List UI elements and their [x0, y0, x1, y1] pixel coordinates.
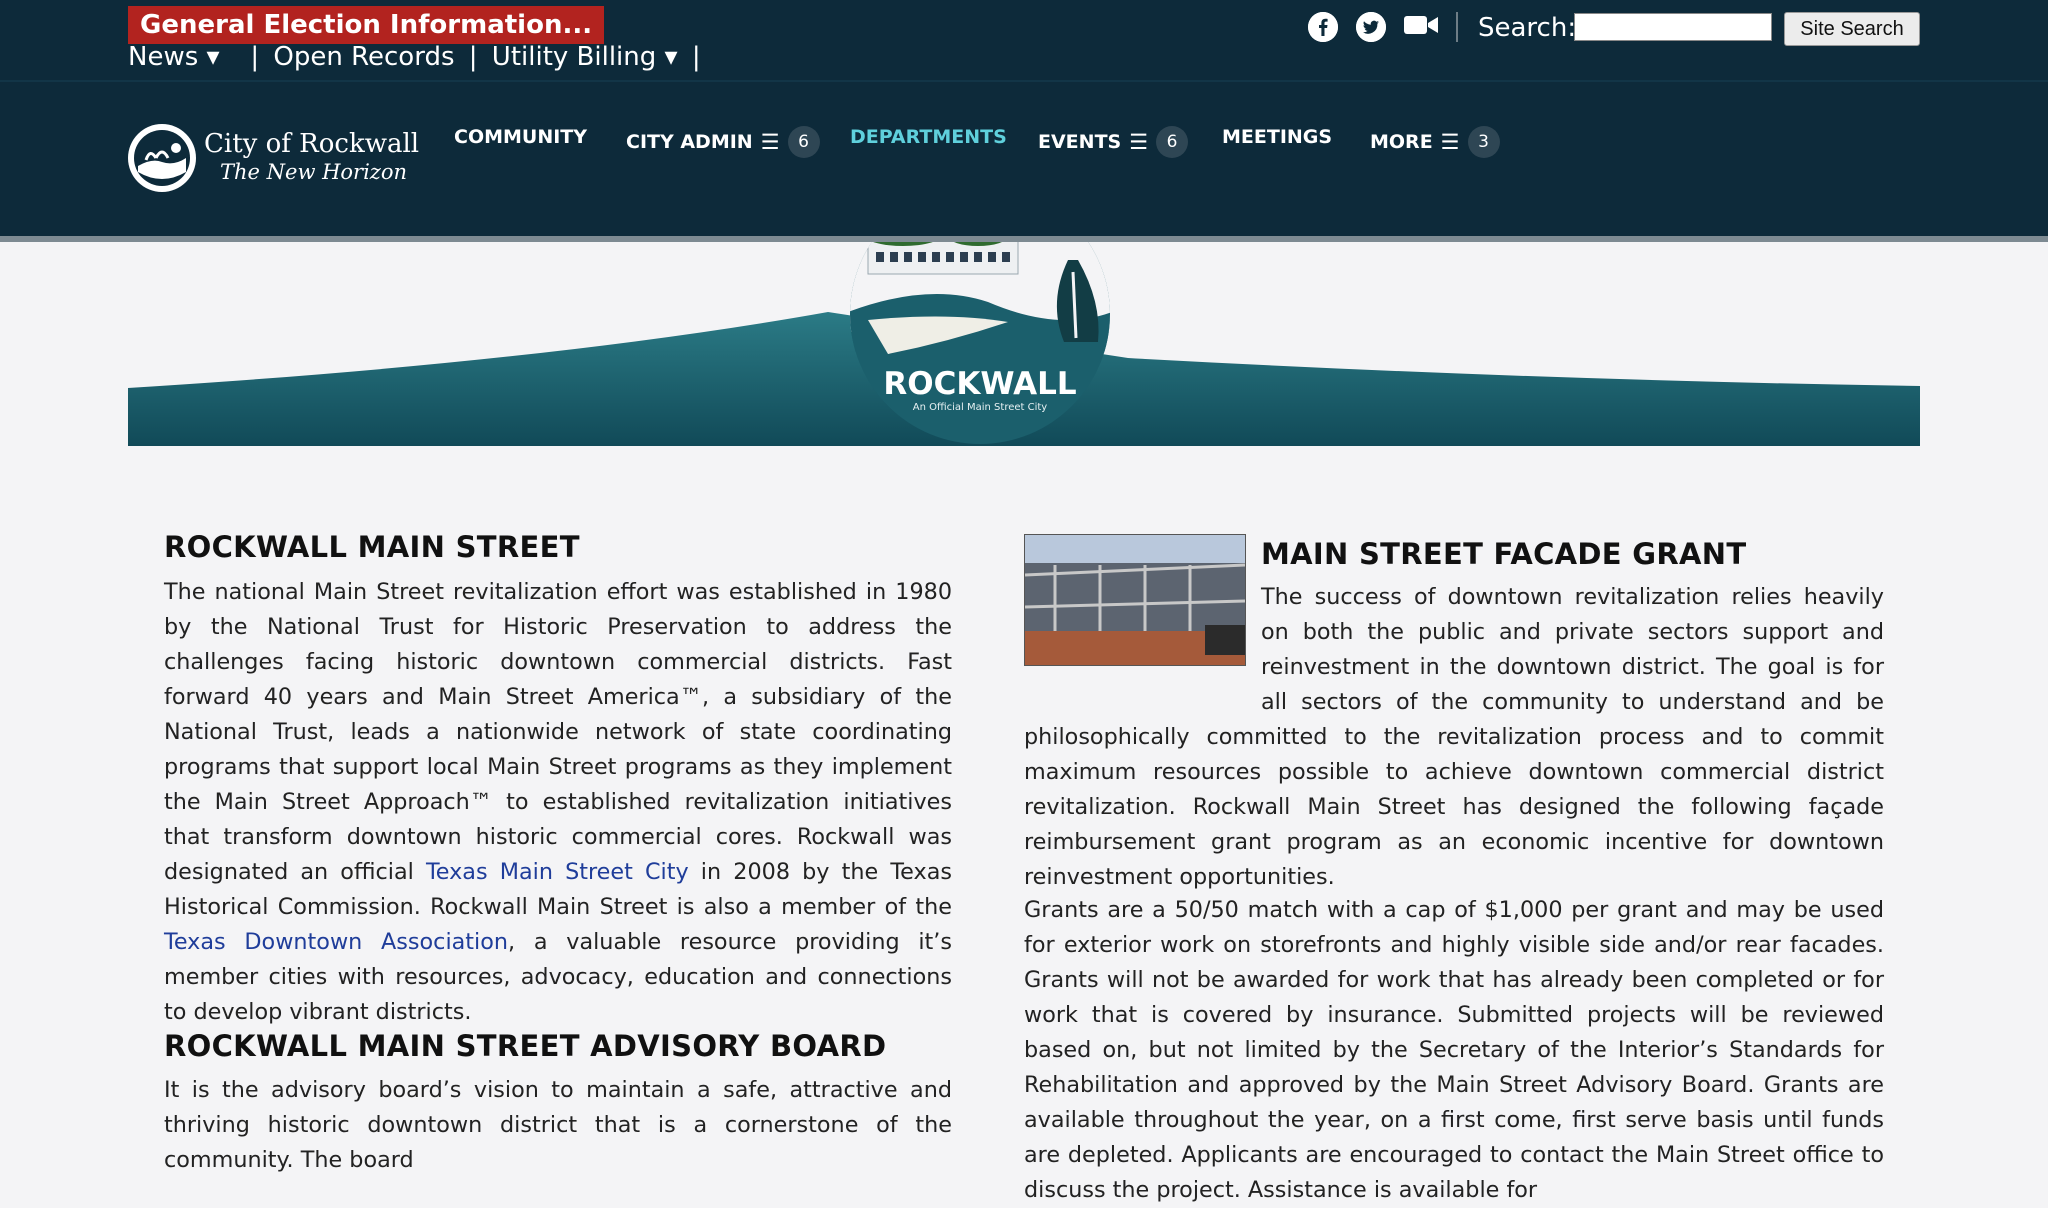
nav-meetings[interactable]: MEETINGS [1222, 126, 1332, 148]
nav-community-label: COMMUNITY [454, 126, 588, 148]
nav-count-badge: 6 [787, 126, 820, 158]
nav-separator: | [468, 42, 478, 72]
nav-count-badge: 6 [1156, 126, 1189, 158]
logo-emblem-icon [128, 124, 196, 192]
logo-city-name: City of Rockwall [204, 129, 420, 159]
city-logo[interactable]: City of Rockwall The New Horizon [128, 124, 419, 192]
nav-city-admin-label: CITY ADMIN [626, 131, 753, 153]
nav-city-admin[interactable]: CITY ADMIN ☰ 6 [626, 126, 820, 158]
nav-separator: | [691, 42, 701, 72]
nav-departments[interactable]: DEPARTMENTS [850, 126, 1007, 148]
election-alert-link[interactable]: General Election Information... [128, 6, 605, 44]
nav-count-badge: 3 [1467, 126, 1500, 158]
nav-more[interactable]: MORE ☰ 3 [1370, 126, 1500, 158]
news-menu[interactable]: News ▾ [128, 42, 220, 72]
heading-facade-grant: MAIN STREET FACADE GRANT [1261, 537, 1747, 571]
texas-downtown-association-link[interactable]: Texas Downtown Association [164, 929, 508, 955]
nav-separator: | [233, 42, 260, 72]
main-street-intro-paragraph: The national Main Street revitalization … [164, 575, 952, 1030]
video-camera-icon[interactable] [1404, 13, 1438, 41]
social-links [1308, 12, 1458, 42]
banner-title: ROCKWALL [883, 366, 1076, 402]
heading-rockwall-main-street: ROCKWALL MAIN STREET [164, 530, 580, 564]
advisory-board-paragraph: It is the advisory board’s vision to mai… [164, 1077, 952, 1173]
utility-bar: General Election Information... News ▾ |… [0, 0, 2048, 80]
main-street-banner: ROCKWALL An Official Main Street City [128, 184, 1920, 446]
image-float-spacer [1024, 580, 1261, 686]
banner-graphic: ROCKWALL An Official Main Street City [128, 184, 1920, 446]
nav-departments-label: DEPARTMENTS [850, 126, 1007, 148]
facade-grant-paragraph-1: The success of downtown revitalization r… [1024, 580, 1884, 895]
nav-events[interactable]: EVENTS ☰ 6 [1038, 126, 1189, 158]
search-label: Search: [1478, 13, 1577, 43]
menu-icon: ☰ [760, 130, 780, 154]
site-search-button[interactable]: Site Search [1784, 12, 1920, 46]
menu-icon: ☰ [1440, 130, 1460, 154]
utility-nav: News ▾ | Open Records | Utility Billing … [128, 40, 707, 74]
search-input[interactable] [1574, 13, 1772, 41]
social-divider [1456, 12, 1458, 42]
nav-events-label: EVENTS [1038, 131, 1122, 153]
logo-tagline: The New Horizon [220, 160, 408, 184]
facebook-icon[interactable] [1308, 12, 1338, 42]
utility-billing-menu[interactable]: Utility Billing ▾ [492, 42, 678, 72]
logo-text: City of Rockwall The New Horizon [204, 130, 419, 186]
open-records-link[interactable]: Open Records [273, 42, 454, 72]
intro-text-1: The national Main Street revitalization … [164, 579, 952, 885]
banner-subtitle: An Official Main Street City [913, 402, 1048, 413]
nav-more-label: MORE [1370, 131, 1433, 153]
menu-icon: ☰ [1129, 130, 1149, 154]
main-navigation: City of Rockwall The New Horizon COMMUNI… [0, 80, 2048, 238]
texas-main-street-city-link[interactable]: Texas Main Street City [426, 859, 689, 885]
facade-grant-paragraph-2: Grants are a 50/50 match with a cap of $… [1024, 897, 1884, 1203]
nav-meetings-label: MEETINGS [1222, 126, 1333, 148]
heading-advisory-board: ROCKWALL MAIN STREET ADVISORY BOARD [164, 1029, 887, 1063]
nav-community[interactable]: COMMUNITY [454, 126, 587, 148]
twitter-icon[interactable] [1356, 12, 1386, 42]
